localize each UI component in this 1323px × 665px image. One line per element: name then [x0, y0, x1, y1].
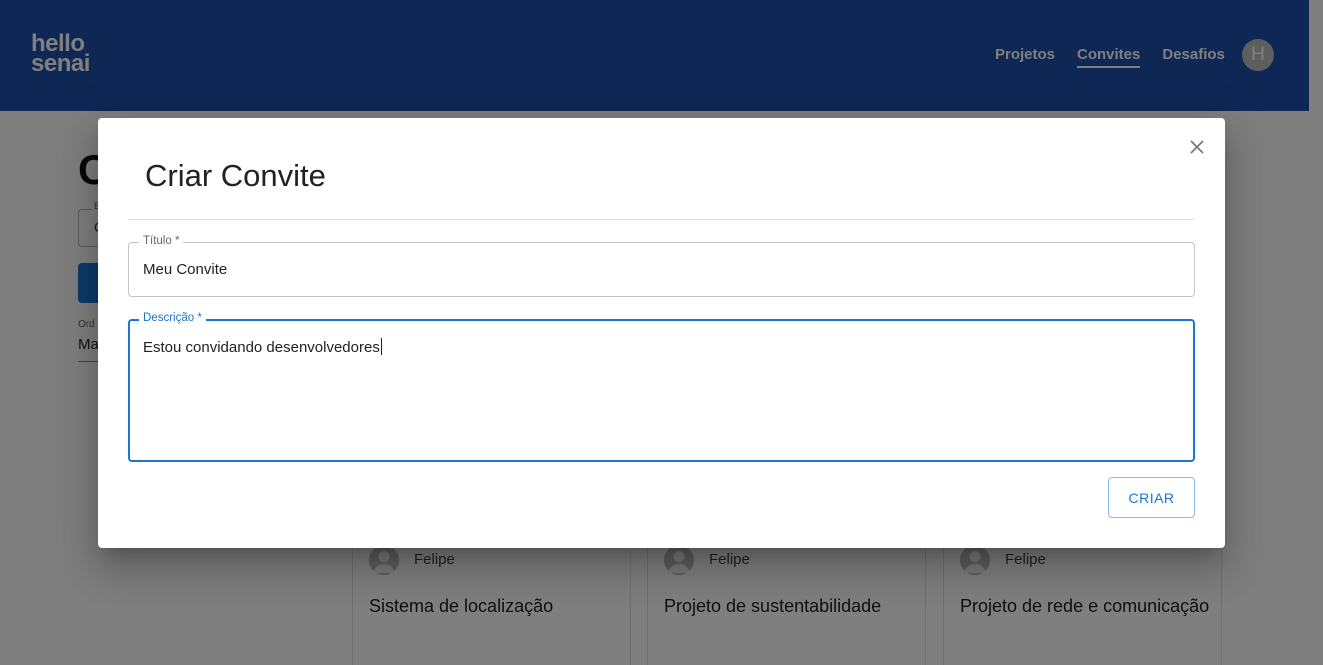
description-text: Estou convidando desenvolvedores — [143, 339, 380, 356]
close-icon — [1190, 140, 1204, 154]
title-input[interactable]: Meu Convite — [143, 261, 227, 278]
close-button[interactable] — [1185, 135, 1209, 159]
description-field-label: Descrição * — [139, 312, 206, 324]
dialog-divider — [128, 219, 1195, 220]
create-button[interactable]: CRIAR — [1108, 477, 1195, 518]
description-field[interactable]: Descrição * Estou convidando desenvolved… — [128, 312, 1195, 462]
text-caret — [380, 338, 382, 355]
title-field[interactable]: Título * Meu Convite — [128, 235, 1195, 297]
title-field-label: Título * — [139, 235, 184, 247]
dialog-title: Criar Convite — [145, 158, 326, 193]
description-textarea[interactable]: Estou convidando desenvolvedores — [143, 338, 382, 356]
scrollbar-gutter — [1309, 0, 1323, 665]
create-invite-dialog: Criar Convite Título * Meu Convite Descr… — [98, 118, 1225, 548]
